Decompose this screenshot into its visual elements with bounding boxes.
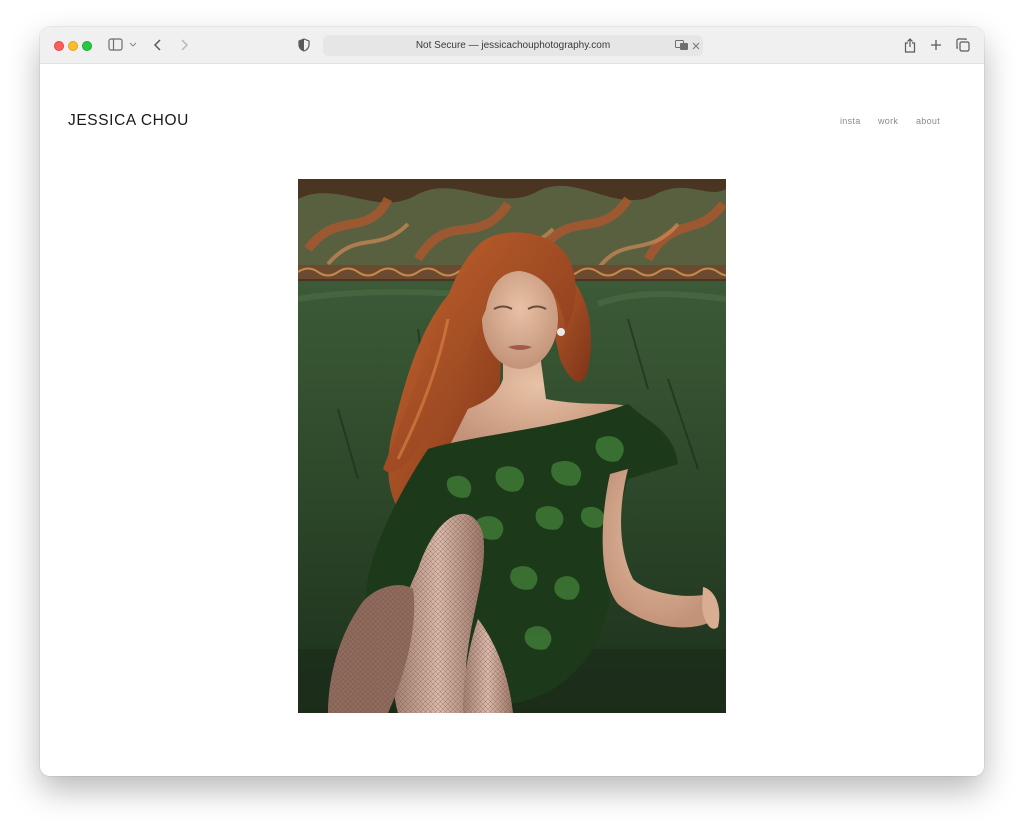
sidebar-icon [108, 38, 137, 51]
browser-window: Not Secure — jessicachouphotography.com [40, 27, 984, 776]
plus-icon [931, 40, 941, 50]
nav-link-about[interactable]: about [916, 116, 940, 126]
minimize-window-button[interactable] [68, 41, 78, 51]
new-tab-button[interactable] [928, 36, 944, 54]
translate-icon [675, 40, 688, 50]
close-icon [692, 42, 700, 49]
share-icon [904, 37, 916, 53]
address-text: Not Secure — jessicachouphotography.com [415, 40, 611, 51]
tab-overview-icon [956, 38, 970, 52]
nav-link-work[interactable]: work [878, 116, 898, 126]
chevron-right-icon [181, 39, 189, 51]
portrait-photo[interactable] [298, 179, 726, 713]
address-bar[interactable]: Not Secure — jessicachouphotography.com [323, 35, 703, 56]
shield-icon [298, 38, 310, 52]
close-window-button[interactable] [54, 41, 64, 51]
chevron-left-icon [153, 39, 161, 51]
back-button[interactable] [150, 36, 166, 54]
share-button[interactable] [902, 36, 918, 54]
portrait-illustration [298, 179, 726, 713]
tab-overview-button[interactable] [955, 36, 971, 54]
zoom-window-button[interactable] [82, 41, 92, 51]
translate-button[interactable] [674, 38, 690, 53]
site-brand[interactable]: JESSICA CHOU [68, 112, 189, 130]
browser-toolbar: Not Secure — jessicachouphotography.com [40, 27, 984, 64]
sidebar-toggle-button[interactable] [108, 36, 142, 54]
stop-loading-button[interactable] [689, 37, 703, 54]
nav-link-insta[interactable]: insta [840, 116, 861, 126]
forward-button[interactable] [176, 36, 192, 54]
privacy-report-button[interactable] [296, 36, 312, 54]
